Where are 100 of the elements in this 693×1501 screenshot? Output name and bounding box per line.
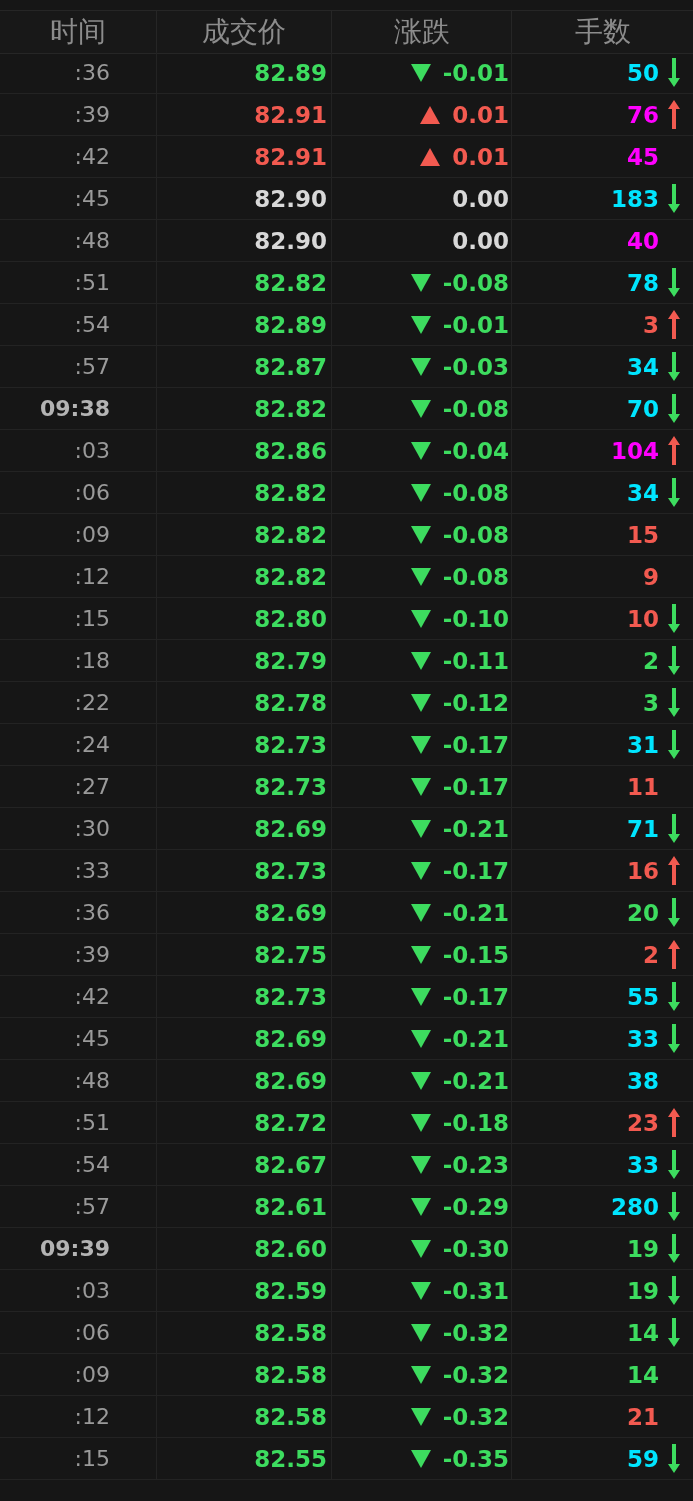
price-cell: 82.67 <box>254 1151 327 1178</box>
time-cell: :15 <box>74 1446 110 1471</box>
column-header[interactable]: 手数 <box>511 10 693 54</box>
change-cell: -0.01 <box>442 59 509 86</box>
price-cell: 82.87 <box>254 353 327 380</box>
price-cell: 82.73 <box>254 731 327 758</box>
price-cell: 82.73 <box>254 773 327 800</box>
change-cell: 0.01 <box>452 101 509 128</box>
change-cell: -0.30 <box>442 1235 509 1262</box>
volume-cell: 9 <box>643 563 659 590</box>
price-cell: 82.59 <box>254 1277 327 1304</box>
change-cell: -0.21 <box>442 1025 509 1052</box>
time-cell: :57 <box>74 354 110 379</box>
change-cell: -0.18 <box>442 1109 509 1136</box>
change-cell: -0.17 <box>442 857 509 884</box>
time-cell: :45 <box>74 186 110 211</box>
time-cell: :51 <box>74 1110 110 1135</box>
volume-cell: 14 <box>627 1319 659 1346</box>
price-cell: 82.58 <box>254 1319 327 1346</box>
time-cell: :51 <box>74 270 110 295</box>
volume-cell: 71 <box>627 815 659 842</box>
volume-cell: 23 <box>627 1109 659 1136</box>
volume-cell: 34 <box>627 353 659 380</box>
price-cell: 82.82 <box>254 395 327 422</box>
time-cell: :18 <box>74 648 110 673</box>
volume-cell: 2 <box>643 647 659 674</box>
change-cell: -0.08 <box>442 563 509 590</box>
column-header[interactable]: 时间 <box>0 10 156 54</box>
change-cell: -0.23 <box>442 1151 509 1178</box>
time-cell: :12 <box>74 1404 110 1429</box>
price-cell: 82.91 <box>254 101 327 128</box>
change-cell: 0.01 <box>452 143 509 170</box>
price-cell: 82.72 <box>254 1109 327 1136</box>
price-cell: 82.82 <box>254 269 327 296</box>
volume-cell: 40 <box>627 227 659 254</box>
volume-cell: 76 <box>627 101 659 128</box>
price-cell: 82.58 <box>254 1403 327 1430</box>
time-cell: 09:38 <box>39 396 110 421</box>
change-cell: -0.21 <box>442 1067 509 1094</box>
time-cell: :39 <box>74 942 110 967</box>
volume-cell: 19 <box>627 1235 659 1262</box>
time-cell: :03 <box>74 438 110 463</box>
volume-cell: 34 <box>627 479 659 506</box>
change-cell: -0.35 <box>442 1445 509 1472</box>
change-cell: -0.32 <box>442 1403 509 1430</box>
volume-cell: 16 <box>627 857 659 884</box>
volume-cell: 11 <box>627 773 659 800</box>
volume-cell: 31 <box>627 731 659 758</box>
time-cell: :36 <box>74 60 110 85</box>
time-cell: :22 <box>74 690 110 715</box>
price-cell: 82.80 <box>254 605 327 632</box>
price-cell: 82.82 <box>254 563 327 590</box>
volume-cell: 3 <box>643 689 659 716</box>
volume-cell: 183 <box>611 185 659 212</box>
price-cell: 82.69 <box>254 899 327 926</box>
volume-cell: 280 <box>611 1193 659 1220</box>
volume-cell: 38 <box>627 1067 659 1094</box>
change-cell: -0.29 <box>442 1193 509 1220</box>
change-cell: -0.32 <box>442 1361 509 1388</box>
price-cell: 82.69 <box>254 1067 327 1094</box>
price-cell: 82.73 <box>254 983 327 1010</box>
price-cell: 82.60 <box>254 1235 327 1262</box>
volume-cell: 104 <box>611 437 659 464</box>
change-cell: -0.17 <box>442 773 509 800</box>
volume-cell: 70 <box>627 395 659 422</box>
change-cell: -0.03 <box>442 353 509 380</box>
volume-cell: 14 <box>627 1361 659 1388</box>
change-cell: -0.17 <box>442 983 509 1010</box>
price-cell: 82.78 <box>254 689 327 716</box>
time-cell: :12 <box>74 564 110 589</box>
price-cell: 82.69 <box>254 1025 327 1052</box>
price-cell: 82.58 <box>254 1361 327 1388</box>
change-cell: -0.21 <box>442 815 509 842</box>
change-cell: -0.17 <box>442 731 509 758</box>
time-cell: :15 <box>74 606 110 631</box>
price-cell: 82.79 <box>254 647 327 674</box>
time-cell: :54 <box>74 312 110 337</box>
change-cell: 0.00 <box>452 227 509 254</box>
change-cell: -0.01 <box>442 311 509 338</box>
volume-cell: 33 <box>627 1151 659 1178</box>
price-cell: 82.75 <box>254 941 327 968</box>
volume-cell: 33 <box>627 1025 659 1052</box>
time-cell: :42 <box>74 984 110 1009</box>
volume-cell: 45 <box>627 143 659 170</box>
price-cell: 82.90 <box>254 185 327 212</box>
column-header[interactable]: 成交价 <box>156 10 331 54</box>
price-cell: 82.82 <box>254 521 327 548</box>
time-cell: :45 <box>74 1026 110 1051</box>
time-cell: :24 <box>74 732 110 757</box>
time-cell: :39 <box>74 102 110 127</box>
change-cell: -0.21 <box>442 899 509 926</box>
volume-cell: 3 <box>643 311 659 338</box>
volume-cell: 78 <box>627 269 659 296</box>
column-header[interactable]: 涨跌 <box>331 10 511 54</box>
time-cell: :27 <box>74 774 110 799</box>
price-cell: 82.82 <box>254 479 327 506</box>
volume-cell: 15 <box>627 521 659 548</box>
volume-cell: 20 <box>627 899 659 926</box>
change-cell: -0.15 <box>442 941 509 968</box>
time-cell: :09 <box>74 522 110 547</box>
